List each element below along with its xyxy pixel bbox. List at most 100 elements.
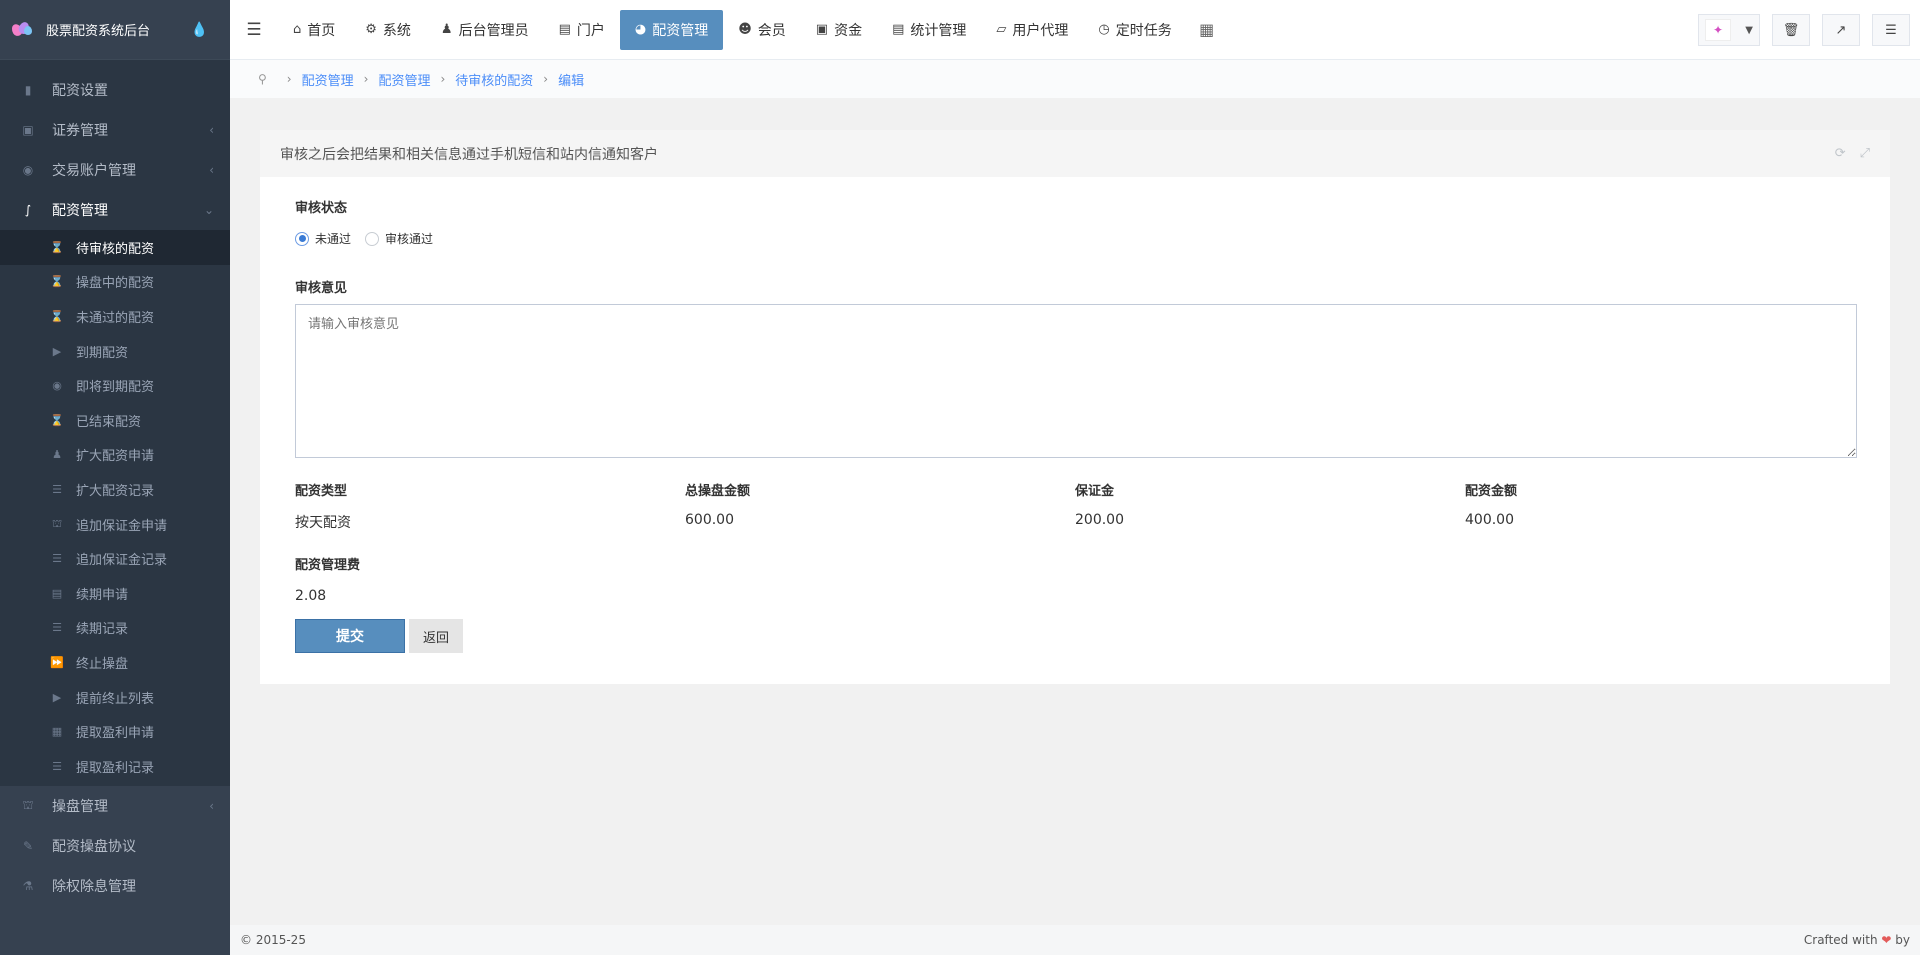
submit-button[interactable]: 提交: [295, 619, 405, 653]
sitemap-icon: ▱: [996, 22, 1007, 37]
info-label: 配资金额: [1465, 484, 1518, 499]
breadcrumb-link[interactable]: 配资管理: [378, 70, 430, 89]
fullscreen-icon[interactable]: ⤢: [1860, 146, 1870, 161]
radio-label: 审核通过: [385, 232, 434, 246]
list-icon: ☰: [52, 621, 62, 635]
nav-portal[interactable]: ▤ 门户: [544, 10, 620, 50]
user-menu-button[interactable]: ✦ ▼: [1698, 14, 1760, 46]
pie-chart-icon: ◕: [634, 22, 647, 37]
submenu-item-label: 扩大配资申请: [76, 449, 155, 465]
submenu-item-label: 扩大配资记录: [76, 483, 155, 499]
nav-label: 会员: [757, 22, 786, 39]
fast-forward-icon: ⏩: [50, 655, 64, 669]
panel-body: 审核状态 未通过 审核通过 审核意见 配资类型 按天配资 总操盘金额 600.0…: [260, 177, 1890, 673]
nav-admins[interactable]: ♟ 后台管理员: [426, 10, 544, 50]
heart-icon: ❤: [1881, 933, 1892, 947]
breadcrumb-link[interactable]: 编辑: [558, 70, 584, 89]
breadcrumb-link[interactable]: 配资管理: [302, 70, 354, 89]
submenu-item-rejected[interactable]: ⌛ 未通过的配资: [0, 299, 230, 334]
submenu-item-label: 续期记录: [76, 622, 129, 638]
submenu-item-renew-apply[interactable]: ▤ 续期申请: [0, 576, 230, 611]
nav-system[interactable]: ⚙ 系统: [350, 10, 426, 50]
radio-rejected[interactable]: 未通过: [295, 230, 351, 247]
sidebar-item-peizi-management[interactable]: ∫ 配资管理 ⌄: [0, 190, 230, 230]
submenu-item-early-terminate[interactable]: ▶ 提前终止列表: [0, 680, 230, 715]
radio-dot[interactable]: [365, 231, 380, 246]
submenu-item-margin-apply[interactable]: ⛫ 追加保证金申请: [0, 507, 230, 542]
avatar: ✦: [1705, 19, 1731, 41]
submenu-item-renew-record[interactable]: ☰ 续期记录: [0, 611, 230, 646]
settings-panel-button[interactable]: ☰: [1872, 14, 1910, 46]
submenu-item-label: 已结束配资: [76, 414, 142, 430]
sidebar-item-trading-management[interactable]: ⛫ 操盘管理 ‹: [0, 786, 230, 826]
review-panel: 审核之后会把结果和相关信息通过手机短信和站内信通知客户 ⟳ ⤢ 审核状态 未通过…: [260, 130, 1890, 684]
submenu-item-pending[interactable]: ⌛ 待审核的配资: [0, 230, 230, 265]
submenu-item-expired[interactable]: ▶ 到期配资: [0, 334, 230, 369]
submenu-item-expand-record[interactable]: ☰ 扩大配资记录: [0, 472, 230, 507]
step-forward-icon: ▶: [52, 344, 62, 358]
sidebar-item-trade-accounts[interactable]: ◉ 交易账户管理 ‹: [0, 150, 230, 190]
fee-label: 配资管理费: [295, 558, 361, 573]
nav-label: 门户: [576, 22, 605, 39]
nav-agents[interactable]: ▱ 用户代理: [981, 10, 1083, 50]
opinion-textarea[interactable]: [295, 304, 1857, 458]
file-icon: ▤: [51, 586, 63, 600]
fee-value: 2.08: [295, 588, 327, 604]
clock-icon: ◷: [1098, 22, 1110, 37]
nav-stats[interactable]: ▤ 统计管理: [877, 10, 981, 50]
sidebar-menu-bottom: ⛫ 操盘管理 ‹ ✎ 配资操盘协议 ⚗ 除权除息管理: [0, 786, 230, 955]
hourglass-icon: ⌛: [50, 309, 64, 323]
film-icon: ▦: [51, 725, 63, 739]
back-button[interactable]: 返回: [409, 619, 463, 653]
submenu-item-label: 操盘中的配资: [76, 276, 155, 292]
home-icon: ⌂: [293, 22, 302, 37]
gear-icon: ⚙: [365, 22, 377, 37]
copyright: © 2015-25: [240, 933, 306, 947]
menu-toggle-icon[interactable]: ☰: [230, 20, 278, 40]
submenu-item-label: 未通过的配资: [76, 310, 155, 326]
chevron-down-icon: ⌄: [203, 203, 214, 217]
submenu-item-margin-record[interactable]: ☰ 追加保证金记录: [0, 541, 230, 576]
sidebar-item-peizi-settings[interactable]: ▮ 配资设置: [0, 70, 230, 110]
list-ul-icon: ☰: [52, 552, 62, 566]
list-icon: ☰: [52, 482, 62, 496]
chevron-left-icon: ‹: [209, 799, 214, 813]
submenu-item-expiring[interactable]: ◉ 即将到期配资: [0, 368, 230, 403]
panel-tools: ⟳ ⤢: [1835, 146, 1870, 161]
hourglass-icon: ⌛: [50, 275, 64, 289]
info-label: 配资类型: [295, 484, 348, 499]
breadcrumb-link[interactable]: 待审核的配资: [455, 70, 533, 89]
submenu-item-profit-record[interactable]: ☰ 提取盈利记录: [0, 749, 230, 784]
sidebar-item-dividend[interactable]: ⚗ 除权除息管理: [0, 866, 230, 906]
sidebar-item-agreement[interactable]: ✎ 配资操盘协议: [0, 826, 230, 866]
user-icon: ♟: [440, 22, 453, 37]
external-link-button[interactable]: ↗: [1822, 14, 1860, 46]
grid-icon[interactable]: ▦: [1187, 20, 1227, 39]
nav-members[interactable]: ☻ 会员: [723, 10, 801, 50]
sidebar-item-securities[interactable]: ▣ 证券管理 ‹: [0, 110, 230, 150]
chevron-right-icon: ›: [286, 72, 292, 86]
fee-block: 配资管理费 2.08: [295, 554, 1855, 604]
drop-icon[interactable]: 💧: [191, 22, 208, 38]
nav-label: 用户代理: [1012, 22, 1069, 39]
sidebar-item-label: 操盘管理: [52, 799, 108, 815]
reload-icon[interactable]: ⟳: [1835, 146, 1846, 161]
submenu-item-expand-apply[interactable]: ♟ 扩大配资申请: [0, 438, 230, 473]
nav-cron[interactable]: ◷ 定时任务: [1083, 10, 1186, 50]
clear-cache-button[interactable]: 🗑: [1772, 14, 1810, 46]
panel-header: 审核之后会把结果和相关信息通过手机短信和站内信通知客户 ⟳ ⤢: [260, 130, 1890, 177]
nav-funds[interactable]: ▣ 资金: [801, 10, 877, 50]
crafted-suffix: by: [1895, 933, 1910, 947]
submenu-item-profit-apply[interactable]: ▦ 提取盈利申请: [0, 714, 230, 749]
radio-approved[interactable]: 审核通过: [365, 230, 433, 247]
submenu-item-trading[interactable]: ⌛ 操盘中的配资: [0, 265, 230, 300]
breadcrumb: ⚲ › 配资管理 › 配资管理 › 待审核的配资 › 编辑: [230, 60, 1920, 98]
submenu-item-ended[interactable]: ⌛ 已结束配资: [0, 403, 230, 438]
nav-peizi[interactable]: ◕ 配资管理: [619, 9, 724, 50]
submenu-item-terminate[interactable]: ⏩ 终止操盘: [0, 645, 230, 680]
radio-dot-checked[interactable]: [295, 231, 309, 246]
camera-icon: ◉: [52, 379, 62, 393]
signal-icon: ▮: [24, 83, 32, 97]
nav-home[interactable]: ⌂ 首页: [278, 10, 350, 50]
brand-title: 股票配资系统后台: [46, 24, 151, 39]
